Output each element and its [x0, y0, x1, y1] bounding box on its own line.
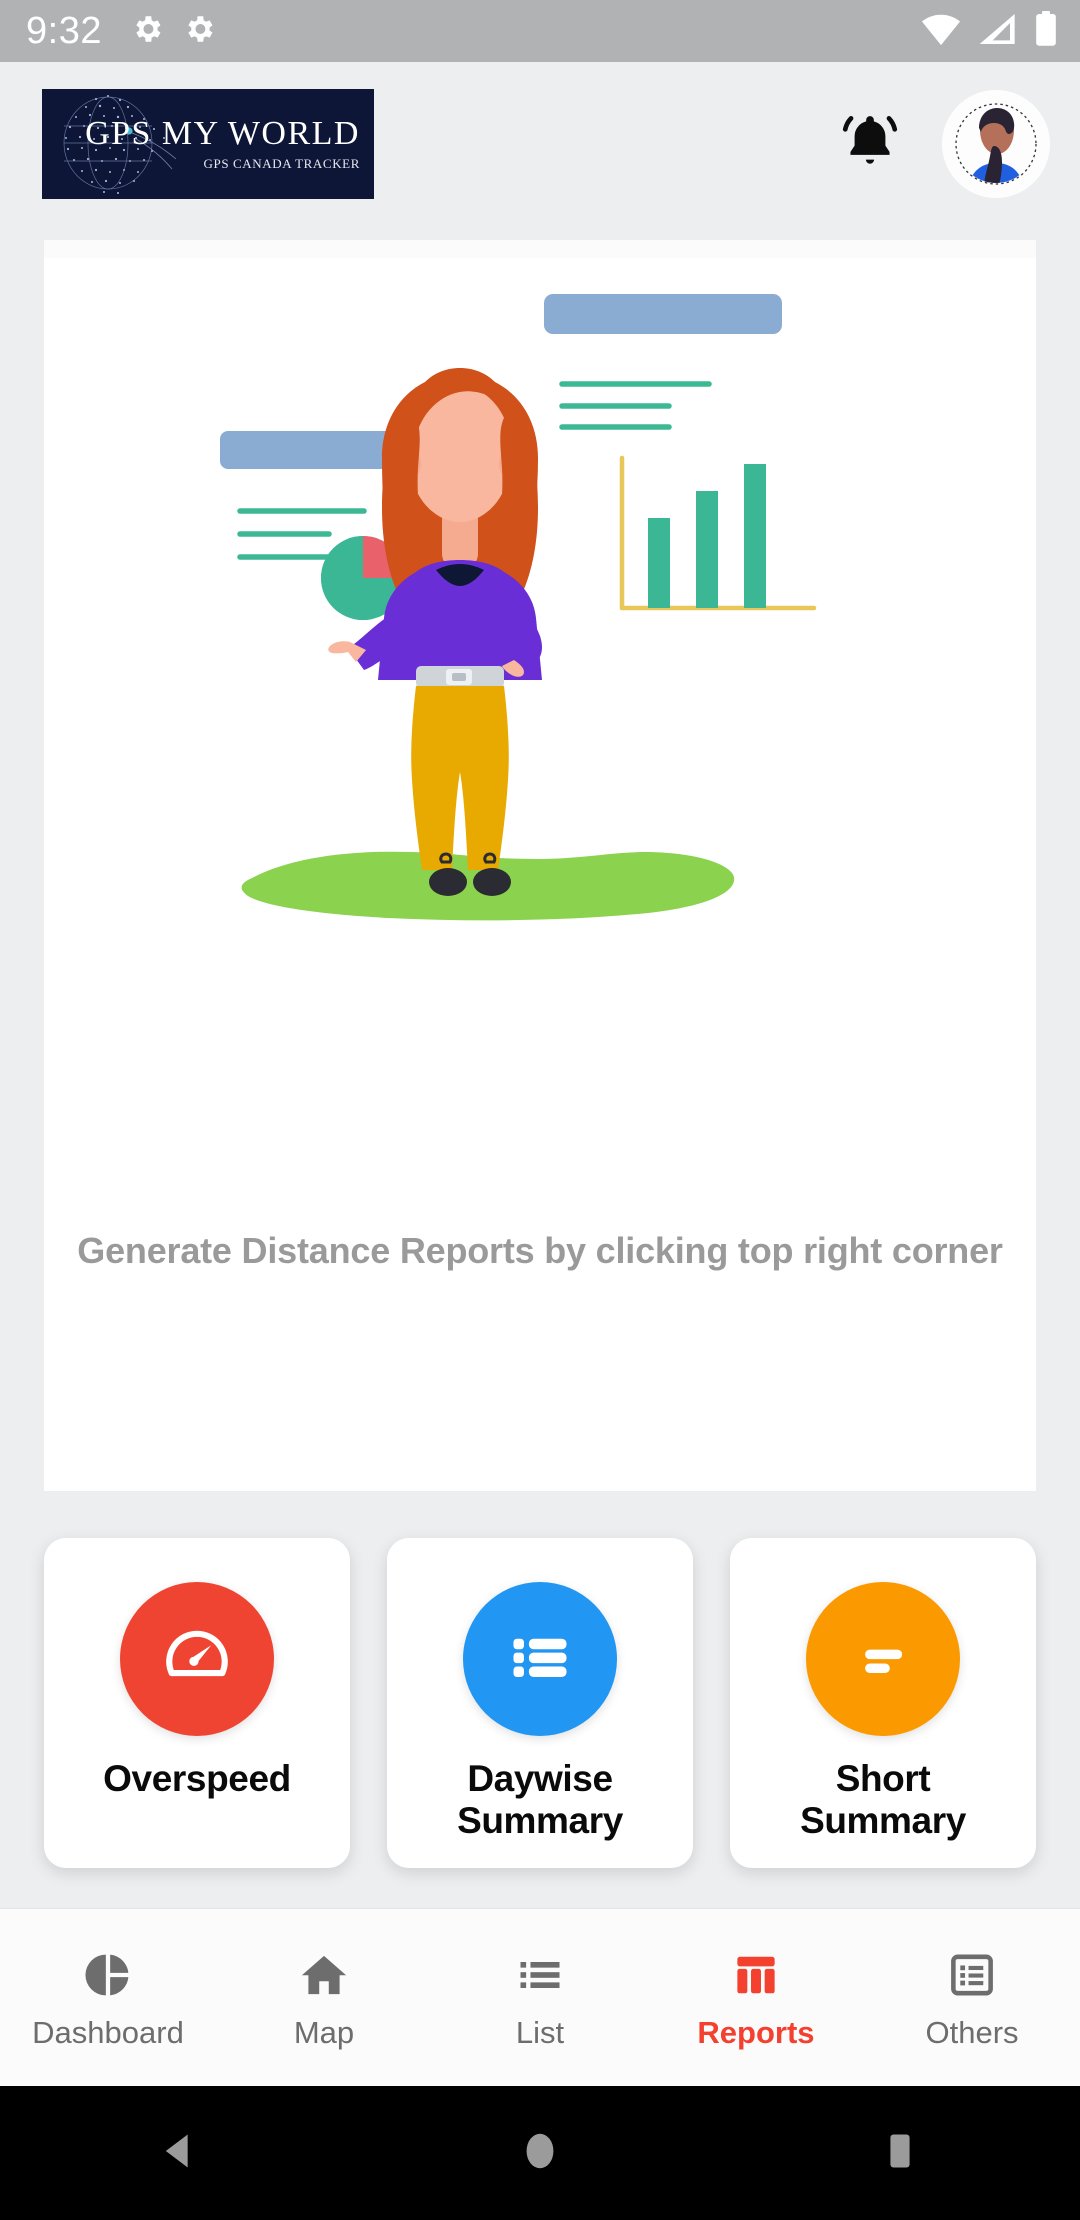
pie-chart-icon — [82, 1947, 134, 2003]
list-detail-icon — [503, 1620, 577, 1699]
daywise-icon-badge — [463, 1582, 617, 1736]
list-box-icon — [946, 1947, 998, 2003]
overspeed-icon-badge — [120, 1582, 274, 1736]
nav-item-list[interactable]: List — [432, 1947, 648, 2048]
app-logo: GPS MY WORLD GPS CANADA TRACKER — [42, 89, 374, 199]
short-summary-icon-badge — [806, 1582, 960, 1736]
nav-label-reports: Reports — [697, 2015, 815, 2050]
app-header: GPS MY WORLD GPS CANADA TRACKER — [0, 62, 1080, 226]
battery-icon — [1034, 10, 1058, 52]
home-icon — [298, 1947, 350, 2003]
bell-icon — [837, 109, 903, 180]
status-bar-clock: 9:32 — [26, 10, 102, 52]
phone-screen: 9:32 GPS MY WORLD GPS CANADA TRACKER Gen… — [0, 0, 1080, 2220]
daywise-summary-card[interactable]: Daywise Summary — [387, 1538, 693, 1868]
bottom-navigation-bar: Dashboard Map List Reports Others — [0, 1908, 1080, 2086]
short-summary-card[interactable]: Short Summary — [730, 1538, 1036, 1868]
gear-icon — [130, 12, 164, 51]
nav-item-others[interactable]: Others — [864, 1947, 1080, 2048]
short-list-icon — [846, 1620, 920, 1699]
cellular-signal-icon — [978, 12, 1018, 51]
user-avatar-button[interactable] — [942, 90, 1050, 198]
nav-label-others: Others — [925, 2015, 1019, 2050]
android-system-navigation — [0, 2086, 1080, 2220]
overspeed-report-card[interactable]: Overspeed — [44, 1538, 350, 1868]
notification-bell-button[interactable] — [824, 98, 916, 190]
logo-subtitle: GPS CANADA TRACKER — [203, 155, 360, 171]
back-triangle-icon — [157, 2128, 203, 2179]
avatar — [942, 90, 1050, 198]
recents-square-icon — [877, 2128, 923, 2179]
nav-label-dashboard: Dashboard — [32, 2015, 184, 2050]
empty-state-caption: Generate Distance Reports by clicking to… — [77, 1230, 1003, 1271]
home-circle-icon — [517, 2128, 563, 2179]
list-icon — [514, 1947, 566, 2003]
empty-state-illustration — [44, 286, 1036, 946]
overspeed-card-label: Overspeed — [103, 1758, 291, 1799]
gear-icon — [182, 12, 216, 51]
home-button[interactable] — [360, 2128, 720, 2179]
status-bar: 9:32 — [0, 0, 1080, 62]
short-summary-card-label: Short Summary — [800, 1758, 966, 1841]
report-type-cards: Overspeed Daywise Summary Short Summary — [44, 1538, 1036, 1868]
speedometer-icon — [160, 1620, 234, 1699]
nav-label-map: Map — [293, 2015, 355, 2050]
wifi-icon — [920, 12, 962, 51]
nav-item-reports[interactable]: Reports — [648, 1947, 864, 2048]
back-button[interactable] — [0, 2128, 360, 2179]
nav-item-dashboard[interactable]: Dashboard — [0, 1947, 216, 2048]
status-bar-system-icons — [920, 10, 1058, 52]
nav-item-map[interactable]: Map — [216, 1947, 432, 2048]
status-bar-notification-icons — [130, 12, 216, 51]
nav-label-list: List — [515, 2015, 565, 2050]
daywise-card-label: Daywise Summary — [457, 1758, 623, 1841]
logo-title: GPS MY WORLD — [85, 114, 360, 152]
table-chart-icon — [730, 1947, 782, 2003]
recents-button[interactable] — [720, 2128, 1080, 2179]
reports-empty-state-card: Generate Distance Reports by clicking to… — [44, 240, 1036, 1491]
card-top-strip — [44, 240, 1036, 258]
